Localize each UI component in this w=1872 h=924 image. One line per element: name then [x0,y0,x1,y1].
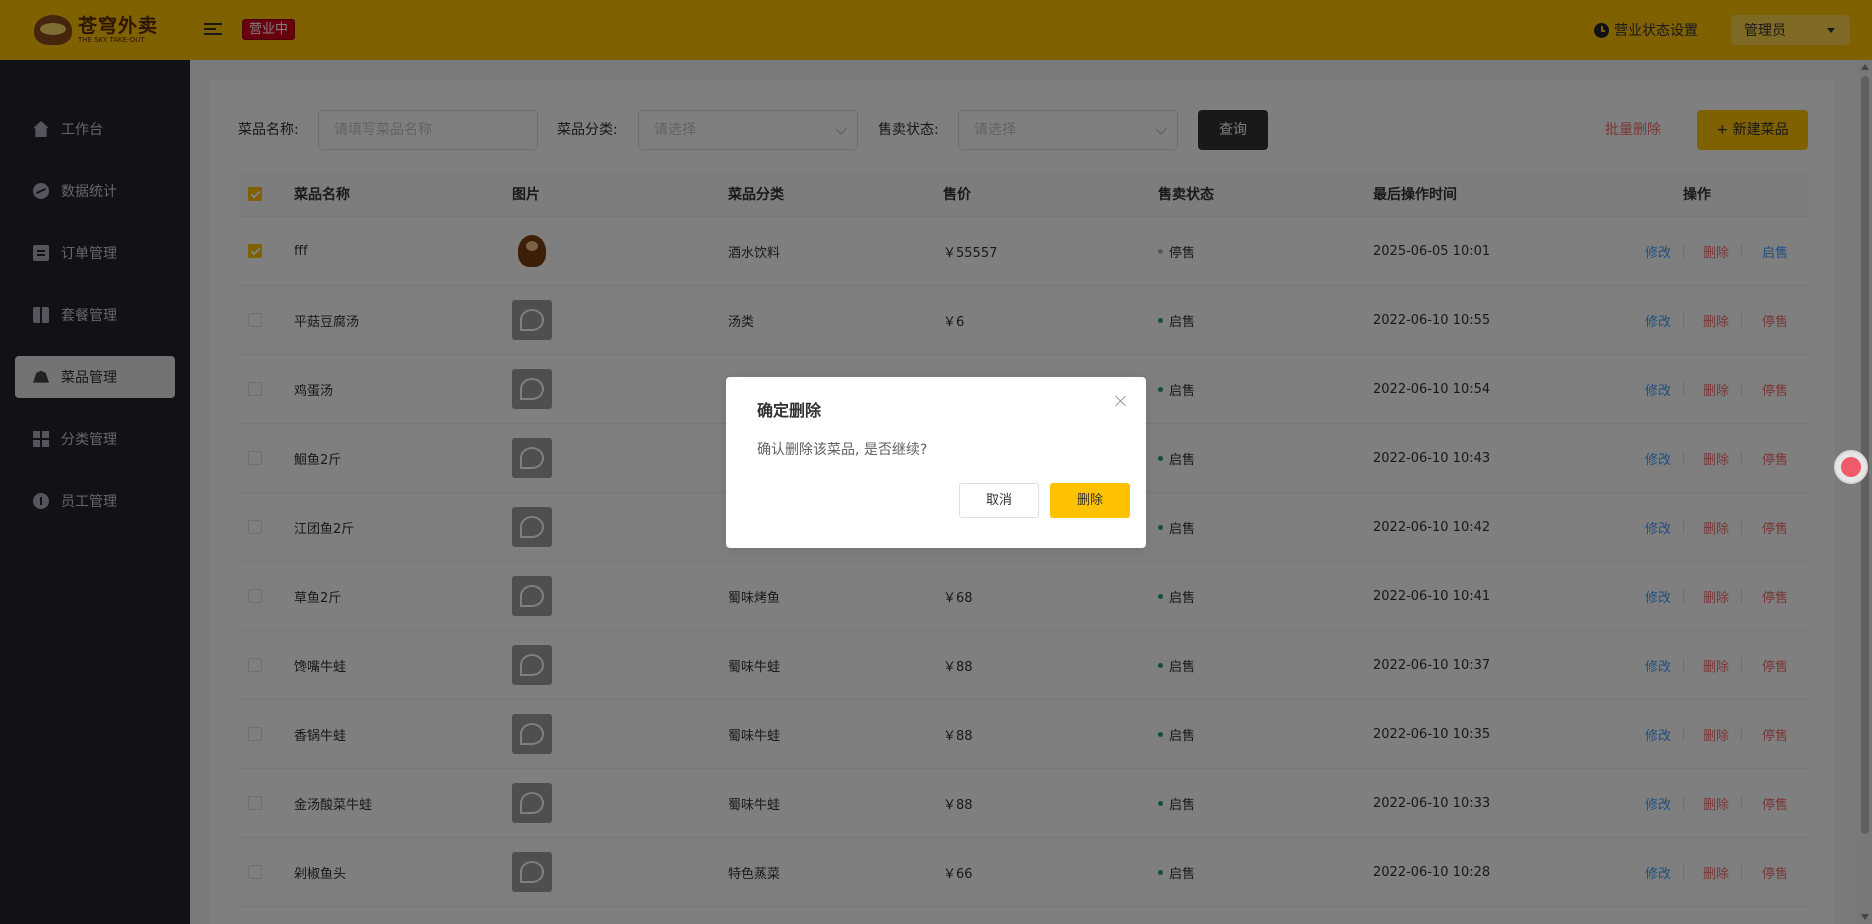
dialog-message: 确认删除该菜品, 是否继续? [757,442,928,458]
close-icon[interactable] [1114,394,1128,408]
translate-icon [1841,457,1861,477]
translate-float-button[interactable] [1834,450,1868,484]
confirm-delete-dialog: 确定删除 确认删除该菜品, 是否继续? 取消 删除 [726,377,1146,548]
cancel-button[interactable]: 取消 [959,483,1039,518]
confirm-delete-button[interactable]: 删除 [1050,483,1130,518]
dialog-title: 确定删除 [757,401,822,420]
